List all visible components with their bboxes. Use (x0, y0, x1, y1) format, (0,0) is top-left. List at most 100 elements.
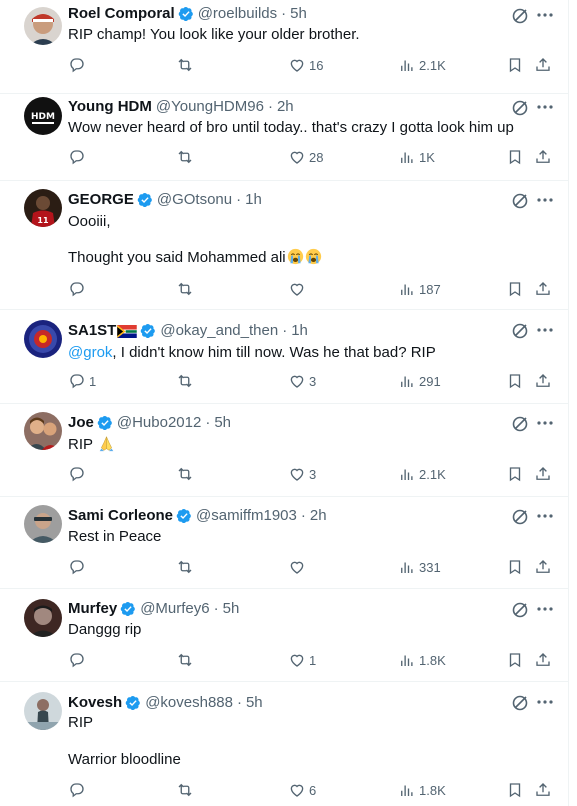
like-button[interactable]: 3 (288, 371, 316, 391)
more-icon[interactable] (536, 190, 554, 210)
grok-icon[interactable] (510, 6, 530, 26)
user-handle[interactable]: @Murfey6 (140, 600, 209, 618)
display-name[interactable]: GEORGE (68, 191, 134, 209)
repost-button[interactable] (176, 780, 197, 800)
reply-item[interactable]: Murfey @Murfey6 · 5h Danggg rip 1 1.8K (0, 589, 568, 682)
grok-icon[interactable] (510, 600, 530, 620)
grok-icon[interactable] (510, 507, 530, 527)
timestamp[interactable]: 5h (214, 414, 231, 432)
more-icon[interactable] (536, 599, 554, 619)
bookmark-button[interactable] (506, 780, 524, 800)
repost-button[interactable] (176, 279, 197, 299)
more-icon[interactable] (536, 5, 554, 25)
user-handle[interactable]: @samiffm1903 (196, 507, 297, 525)
reply-item[interactable]: 11 GEORGE @GOtsonu · 1h Oooiii, Thought … (0, 181, 568, 310)
reply-button[interactable] (68, 464, 89, 484)
like-button[interactable]: 6 (288, 780, 316, 800)
share-button[interactable] (534, 279, 552, 299)
share-button[interactable] (534, 650, 552, 670)
reply-button[interactable] (68, 780, 89, 800)
display-name[interactable]: Murfey (68, 600, 117, 618)
more-icon[interactable] (536, 97, 554, 117)
share-button[interactable] (534, 464, 552, 484)
share-button[interactable] (534, 147, 552, 167)
repost-button[interactable] (176, 55, 197, 75)
bookmark-button[interactable] (506, 650, 524, 670)
bookmark-button[interactable] (506, 55, 524, 75)
bookmark-button[interactable] (506, 371, 524, 391)
display-name[interactable]: SA1ST (68, 322, 116, 340)
user-handle[interactable]: @roelbuilds (198, 5, 277, 23)
display-name[interactable]: Kovesh (68, 694, 122, 712)
reply-button[interactable] (68, 147, 89, 167)
avatar[interactable]: 11 (24, 189, 62, 227)
user-handle[interactable]: @GOtsonu (157, 191, 232, 209)
mention-link[interactable]: @grok (68, 344, 112, 361)
timestamp[interactable]: 5h (290, 5, 307, 23)
grok-icon[interactable] (510, 191, 530, 211)
timestamp[interactable]: 5h (246, 694, 263, 712)
timestamp[interactable]: 2h (277, 98, 294, 116)
user-handle[interactable]: @okay_and_then (160, 322, 278, 340)
avatar[interactable] (24, 692, 62, 730)
timestamp[interactable]: 1h (291, 322, 308, 340)
bookmark-button[interactable] (506, 557, 524, 577)
bookmark-button[interactable] (506, 279, 524, 299)
repost-button[interactable] (176, 464, 197, 484)
more-icon[interactable] (536, 320, 554, 340)
views-button[interactable]: 1K (398, 147, 435, 167)
timestamp[interactable]: 5h (223, 600, 240, 618)
reply-item[interactable]: Sami Corleone @samiffm1903 · 2h Rest in … (0, 497, 568, 589)
repost-button[interactable] (176, 650, 197, 670)
like-button[interactable]: 1 (288, 650, 316, 670)
reply-button[interactable] (68, 55, 89, 75)
bookmark-button[interactable] (506, 147, 524, 167)
reply-button[interactable] (68, 557, 89, 577)
user-handle[interactable]: @Hubo2012 (117, 414, 201, 432)
display-name[interactable]: Roel Comporal (68, 5, 175, 23)
bookmark-button[interactable] (506, 464, 524, 484)
avatar[interactable] (24, 412, 62, 450)
display-name[interactable]: Young HDM (68, 98, 152, 116)
repost-button[interactable] (176, 147, 197, 167)
display-name[interactable]: Joe (68, 414, 94, 432)
reply-item[interactable]: Joe @Hubo2012 · 5h RIP 3 2.1K (0, 404, 568, 497)
grok-icon[interactable] (510, 321, 530, 341)
user-handle[interactable]: @kovesh888 (145, 694, 233, 712)
more-icon[interactable] (536, 413, 554, 433)
views-button[interactable]: 187 (398, 279, 441, 299)
grok-icon[interactable] (510, 693, 530, 713)
grok-icon[interactable] (510, 414, 530, 434)
repost-button[interactable] (176, 557, 197, 577)
views-button[interactable]: 1.8K (398, 780, 446, 800)
reply-item[interactable]: HDM Young HDM @YoungHDM96 · 2h Wow never… (0, 94, 568, 181)
views-button[interactable]: 331 (398, 557, 441, 577)
like-button[interactable] (288, 557, 309, 577)
like-button[interactable]: 16 (288, 55, 323, 75)
avatar[interactable] (24, 505, 62, 543)
more-icon[interactable] (536, 692, 554, 712)
views-button[interactable]: 2.1K (398, 464, 446, 484)
reply-button[interactable] (68, 650, 89, 670)
views-button[interactable]: 2.1K (398, 55, 446, 75)
timestamp[interactable]: 2h (310, 507, 327, 525)
avatar[interactable] (24, 7, 62, 45)
reply-item[interactable]: Roel Comporal @roelbuilds · 5h RIP champ… (0, 0, 568, 94)
share-button[interactable] (534, 55, 552, 75)
share-button[interactable] (534, 780, 552, 800)
views-button[interactable]: 1.8K (398, 650, 446, 670)
reply-button[interactable]: 1 (68, 371, 96, 391)
views-button[interactable]: 291 (398, 371, 441, 391)
like-button[interactable]: 3 (288, 464, 316, 484)
avatar[interactable]: HDM (24, 97, 62, 135)
like-button[interactable]: 28 (288, 147, 323, 167)
user-handle[interactable]: @YoungHDM96 (156, 98, 264, 116)
reply-item[interactable]: SA1ST @okay_and_then · 1h @grok, I didn'… (0, 310, 568, 404)
like-button[interactable] (288, 279, 309, 299)
more-icon[interactable] (536, 506, 554, 526)
display-name[interactable]: Sami Corleone (68, 507, 173, 525)
share-button[interactable] (534, 371, 552, 391)
repost-button[interactable] (176, 371, 197, 391)
avatar[interactable] (24, 320, 62, 358)
share-button[interactable] (534, 557, 552, 577)
